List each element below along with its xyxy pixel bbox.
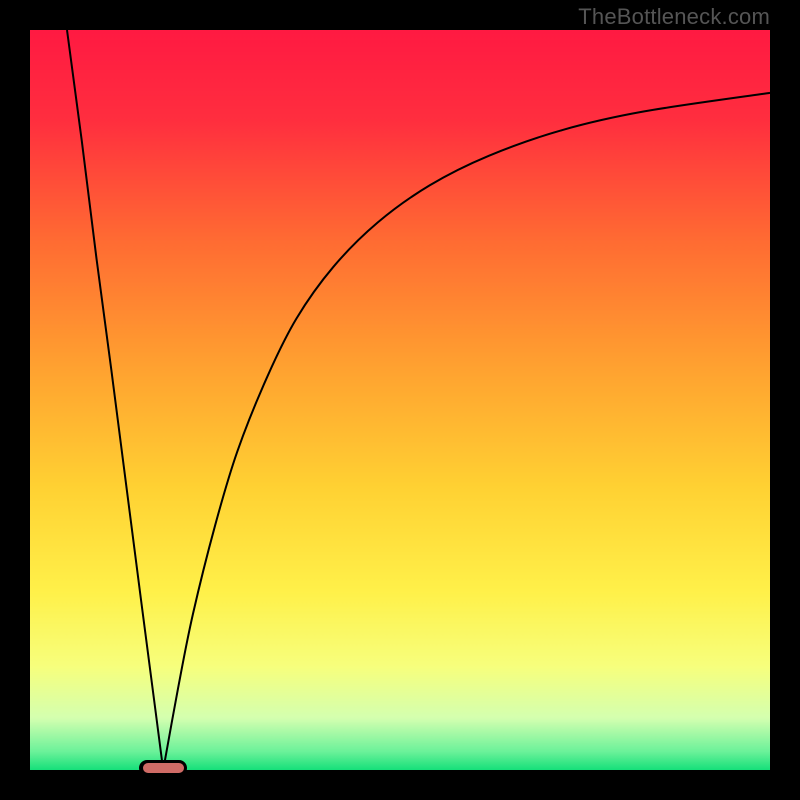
optimal-marker: [139, 760, 187, 776]
plot-curves: [30, 30, 770, 770]
watermark-text: TheBottleneck.com: [578, 4, 770, 30]
chart-frame: TheBottleneck.com: [0, 0, 800, 800]
optimal-marker-fill: [143, 763, 184, 772]
plot-area: [30, 30, 770, 770]
bottleneck-curve: [67, 30, 770, 770]
